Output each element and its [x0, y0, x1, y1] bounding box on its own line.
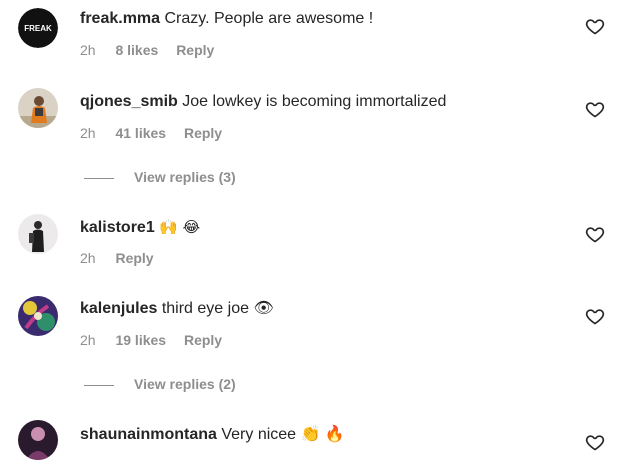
- comment-text-line: qjones_smib Joe lowkey is becoming immor…: [80, 92, 446, 112]
- comment-meta: 2h Reply: [80, 249, 168, 267]
- comment-username[interactable]: kalenjules: [80, 300, 157, 317]
- comment-time[interactable]: 2h: [80, 332, 96, 348]
- view-replies-label: View replies (2): [134, 376, 236, 392]
- heart-outline-icon[interactable]: [585, 16, 605, 36]
- comment-body: 🙌 😂: [159, 218, 201, 236]
- comment-likes[interactable]: 41 likes: [115, 125, 166, 141]
- comment-likes[interactable]: 8 likes: [115, 42, 158, 58]
- avatar[interactable]: [18, 88, 58, 128]
- comment-text-line: kalenjules third eye joe 👁: [80, 299, 274, 319]
- comment-username[interactable]: qjones_smib: [80, 93, 178, 110]
- view-replies-label: View replies (3): [134, 169, 236, 185]
- comment-body: Joe lowkey is becoming immortalized: [182, 93, 447, 110]
- heart-outline-icon[interactable]: [585, 432, 605, 452]
- comment-time[interactable]: 2h: [80, 125, 96, 141]
- comment-meta: 2h 8 likes Reply: [80, 41, 228, 59]
- reply-button[interactable]: Reply: [176, 42, 214, 58]
- comment-body: third eye joe 👁: [161, 300, 274, 317]
- view-replies-button[interactable]: View replies (3): [84, 168, 236, 186]
- heart-outline-icon[interactable]: [585, 99, 605, 119]
- view-replies-button[interactable]: View replies (2): [84, 375, 236, 393]
- avatar[interactable]: FREAK: [18, 8, 58, 48]
- comment-likes[interactable]: 19 likes: [115, 332, 166, 348]
- comment-username[interactable]: freak.mma: [80, 10, 160, 27]
- comment-text-line: freak.mma Crazy. People are awesome !: [80, 9, 373, 29]
- comment-text-line: kalistore1 🙌 😂: [80, 217, 200, 238]
- comment-time[interactable]: 2h: [80, 250, 96, 266]
- reply-button[interactable]: Reply: [115, 250, 153, 266]
- reply-button[interactable]: Reply: [184, 332, 222, 348]
- avatar-logo-text: FREAK: [24, 24, 52, 33]
- reply-button[interactable]: Reply: [184, 125, 222, 141]
- comment-meta: 2h 41 likes Reply: [80, 124, 236, 142]
- comment-body: Crazy. People are awesome !: [164, 10, 374, 27]
- comment-body: Very nicee 👏 🔥: [221, 426, 345, 443]
- heart-outline-icon[interactable]: [585, 224, 605, 244]
- view-replies-line: [84, 384, 114, 386]
- comment-meta: 2h 19 likes Reply: [80, 331, 236, 349]
- heart-outline-icon[interactable]: [585, 306, 605, 326]
- comment-time[interactable]: 2h: [80, 42, 96, 58]
- comment-username[interactable]: kalistore1: [80, 219, 155, 236]
- avatar[interactable]: [18, 296, 58, 336]
- comment-username[interactable]: shaunainmontana: [80, 426, 217, 443]
- comment-text-line: shaunainmontana Very nicee 👏 🔥: [80, 425, 345, 445]
- avatar[interactable]: [18, 420, 58, 460]
- view-replies-line: [84, 177, 114, 179]
- avatar[interactable]: [18, 214, 58, 254]
